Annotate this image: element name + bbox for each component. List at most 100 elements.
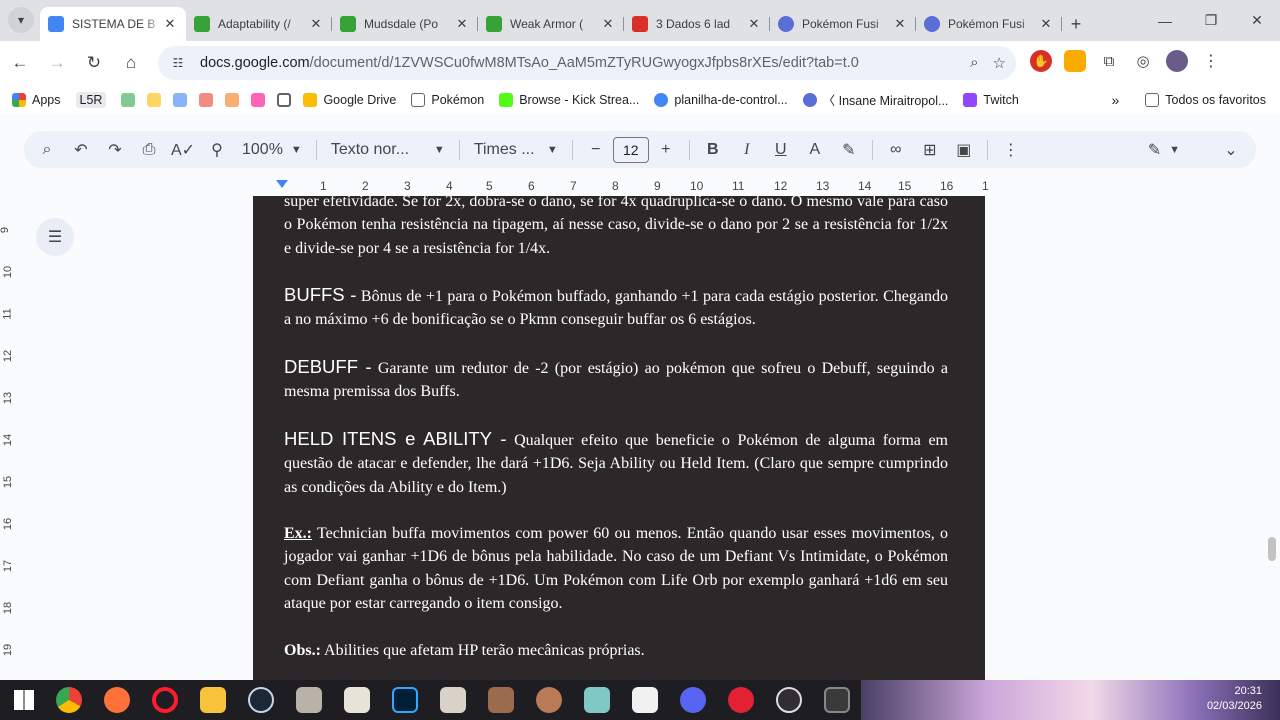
document-body[interactable]: super efetividade. Se for 2x, dobra-se o… (284, 196, 948, 662)
extension-icon[interactable] (1064, 50, 1086, 72)
paint-format-icon[interactable]: ⚲ (200, 135, 234, 165)
forward-icon[interactable]: → (40, 46, 74, 80)
indent-marker[interactable] (276, 180, 288, 188)
close-icon[interactable]: ✕ (600, 16, 616, 32)
back-icon[interactable]: ← (3, 46, 37, 80)
bookmark-apps[interactable]: Apps (12, 92, 61, 107)
tab-3[interactable]: Weak Armor ( ✕ (478, 7, 624, 41)
app-icon[interactable] (488, 687, 514, 713)
calculator-icon[interactable] (824, 687, 850, 713)
home-icon[interactable]: ⌂ (114, 46, 148, 80)
redo-icon[interactable]: ↷ (98, 135, 132, 165)
close-window-icon[interactable]: ✕ (1234, 0, 1280, 41)
firefox-icon[interactable] (104, 687, 130, 713)
style-select[interactable]: Texto nor... ▼ (323, 141, 453, 159)
more-menu-icon[interactable]: ⋮ (1200, 50, 1222, 72)
undo-icon[interactable]: ↶ (64, 135, 98, 165)
more-options-icon[interactable]: ⋮ (994, 135, 1028, 165)
decrease-font-size-icon[interactable]: − (579, 135, 613, 165)
tab-2[interactable]: Mudsdale (Po ✕ (332, 7, 478, 41)
bookmark-l5r[interactable]: L5R (75, 91, 107, 108)
print-icon[interactable]: ⎙ (132, 135, 166, 165)
minimize-icon[interactable]: — (1142, 0, 1188, 41)
document-page[interactable]: super efetividade. Se for 2x, dobra-se o… (253, 196, 985, 680)
obs-icon[interactable] (776, 687, 802, 713)
tab-1[interactable]: Adaptability (/ ✕ (186, 7, 332, 41)
app-icon[interactable] (296, 687, 322, 713)
close-icon[interactable]: ✕ (1038, 16, 1054, 32)
extension-icon[interactable]: ✋ (1030, 50, 1052, 72)
app-icon[interactable] (344, 687, 370, 713)
app-icon[interactable] (728, 687, 754, 713)
grid-icon[interactable] (277, 92, 292, 107)
tab-search-icon[interactable]: ◎ (1132, 50, 1154, 72)
opera-icon[interactable] (152, 687, 178, 713)
app-icon[interactable] (536, 687, 562, 713)
collapse-menu-icon[interactable]: ⌄ (1214, 135, 1248, 165)
address-bar[interactable]: ☷ docs.google.com/document/d/1ZVWSCu0fwM… (158, 46, 1016, 80)
bookmark-twitch[interactable]: Twitch (963, 92, 1019, 107)
photoshop-icon[interactable] (392, 687, 418, 713)
app-icon[interactable] (440, 687, 466, 713)
all-bookmarks[interactable]: » Todos os favoritos (1111, 92, 1266, 108)
windows-start-icon[interactable] (14, 690, 34, 710)
spellcheck-icon[interactable]: A✓ (166, 135, 200, 165)
font-size-input[interactable]: 12 (612, 136, 649, 163)
tab-6[interactable]: Pokémon Fusi ✕ (916, 7, 1062, 41)
tab-5[interactable]: Pokémon Fusi ✕ (770, 7, 916, 41)
image-icon[interactable]: ▣ (947, 135, 981, 165)
tab-search-button[interactable]: ▾ (8, 7, 34, 33)
add-comment-icon[interactable]: ⊞ (913, 135, 947, 165)
close-icon[interactable]: ✕ (162, 16, 178, 32)
new-tab-button[interactable]: + (1062, 7, 1090, 41)
bookmark-icon[interactable] (225, 92, 240, 107)
close-icon[interactable]: ✕ (308, 16, 324, 32)
increase-font-size-icon[interactable]: + (649, 135, 683, 165)
app-icon[interactable] (584, 687, 610, 713)
site-info-icon[interactable]: ☷ (166, 51, 190, 75)
maximize-icon[interactable]: ❐ (1188, 0, 1234, 41)
bookmark-insane[interactable]: 〈 Insane Miraitropol... (802, 90, 948, 109)
bookmark-icon[interactable] (251, 92, 266, 107)
discord-icon[interactable] (680, 687, 706, 713)
search-icon[interactable]: ⌕ (30, 135, 64, 165)
italic-icon[interactable]: I (730, 135, 764, 165)
bookmark-icon[interactable] (173, 92, 188, 107)
link-icon[interactable]: ∞ (879, 135, 913, 165)
bookmark-google-drive[interactable]: Google Drive (303, 92, 396, 107)
zoom-select[interactable]: 100% ▼ (234, 141, 310, 159)
document-outline-button[interactable]: ☰ (36, 218, 74, 256)
highlight-icon[interactable]: ✎ (832, 135, 866, 165)
bookmark-planilha[interactable]: planilha-de-control... (654, 92, 788, 107)
chrome-icon[interactable] (56, 687, 82, 713)
system-clock[interactable]: 20:31 02/03/2026 (1207, 684, 1262, 714)
bookmark-kick[interactable]: Browse - Kick Strea... (499, 92, 639, 107)
tab-strip: ▾ SISTEMA DE B ✕ Adaptability (/ ✕ Mudsd… (0, 0, 1280, 41)
steam-icon[interactable] (248, 687, 274, 713)
horizontal-ruler[interactable]: 1 2 3 4 5 6 7 8 9 10 11 12 13 14 15 16 1 (260, 176, 1000, 196)
editing-mode-select[interactable]: ✎ ▼ (1140, 140, 1188, 160)
bookmark-icon[interactable] (147, 92, 162, 107)
text-color-icon[interactable]: A (798, 135, 832, 165)
file-explorer-icon[interactable] (200, 687, 226, 713)
underline-icon[interactable]: U (764, 135, 798, 165)
bookmark-icon[interactable] (121, 92, 136, 107)
tab-0[interactable]: SISTEMA DE B ✕ (40, 7, 186, 41)
close-icon[interactable]: ✕ (454, 16, 470, 32)
calendar-icon[interactable] (632, 687, 658, 713)
bookmark-star-icon[interactable]: ☆ (993, 54, 1006, 72)
chevron-double-icon[interactable]: » (1111, 92, 1119, 108)
avatar[interactable] (1166, 50, 1188, 72)
close-icon[interactable]: ✕ (892, 16, 908, 32)
puzzle-icon[interactable]: ⧉ (1098, 50, 1120, 72)
font-select[interactable]: Times ... ▼ (466, 141, 566, 159)
scrollbar[interactable] (1268, 537, 1276, 561)
bookmark-icon[interactable] (199, 92, 214, 107)
bookmark-pokemon[interactable]: Pokémon (411, 92, 484, 107)
url-text[interactable]: docs.google.com/document/d/1ZVWSCu0fwM8M… (200, 55, 859, 71)
zoom-icon[interactable]: ⌕ (970, 54, 978, 72)
bold-icon[interactable]: B (696, 135, 730, 165)
reload-icon[interactable]: ↻ (77, 46, 111, 80)
close-icon[interactable]: ✕ (746, 16, 762, 32)
tab-4[interactable]: 3 Dados 6 lad ✕ (624, 7, 770, 41)
